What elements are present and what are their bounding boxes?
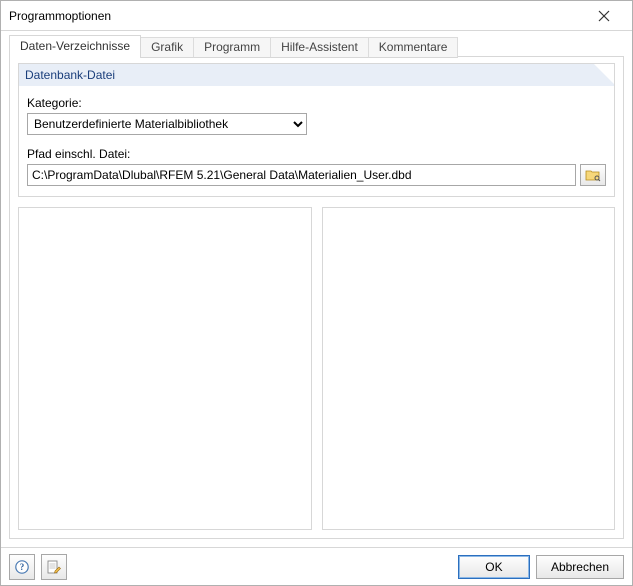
dialog-window: Programmoptionen Daten-Verzeichnisse Gra…	[0, 0, 633, 586]
tab-hilfe-assistent[interactable]: Hilfe-Assistent	[270, 37, 369, 58]
groupbox-header: Datenbank-Datei	[18, 63, 615, 86]
tab-strip: Daten-Verzeichnisse Grafik Programm Hilf…	[9, 35, 624, 57]
edit-button[interactable]	[41, 554, 67, 580]
dialog-footer: ? OK Abbrechen	[1, 547, 632, 585]
folder-search-icon	[585, 168, 601, 182]
preview-panel-left	[18, 207, 312, 530]
edit-note-icon	[46, 559, 62, 575]
help-icon: ?	[14, 559, 30, 575]
tab-grafik[interactable]: Grafik	[140, 37, 194, 58]
pfad-input[interactable]	[27, 164, 576, 186]
tab-daten-verzeichnisse[interactable]: Daten-Verzeichnisse	[9, 35, 141, 57]
kategorie-combobox[interactable]: Benutzerdefinierte Materialbibliothek	[27, 113, 307, 135]
close-button[interactable]	[584, 1, 624, 31]
preview-panels	[18, 207, 615, 530]
pfad-row	[27, 164, 606, 186]
titlebar: Programmoptionen	[1, 1, 632, 31]
close-icon	[598, 10, 610, 22]
pfad-label: Pfad einschl. Datei:	[27, 147, 606, 161]
cancel-button[interactable]: Abbrechen	[536, 555, 624, 579]
browse-button[interactable]	[580, 164, 606, 186]
preview-panel-right	[322, 207, 616, 530]
tab-page-daten-verzeichnisse: Datenbank-Datei Kategorie: Benutzerdefin…	[9, 56, 624, 539]
ok-button[interactable]: OK	[458, 555, 530, 579]
svg-text:?: ?	[20, 562, 25, 572]
help-button[interactable]: ?	[9, 554, 35, 580]
tab-programm[interactable]: Programm	[193, 37, 271, 58]
window-title: Programmoptionen	[9, 9, 584, 23]
groupbox-body: Kategorie: Benutzerdefinierte Materialbi…	[18, 86, 615, 197]
content-area: Daten-Verzeichnisse Grafik Programm Hilf…	[1, 31, 632, 547]
tab-kommentare[interactable]: Kommentare	[368, 37, 459, 58]
kategorie-label: Kategorie:	[27, 96, 606, 110]
